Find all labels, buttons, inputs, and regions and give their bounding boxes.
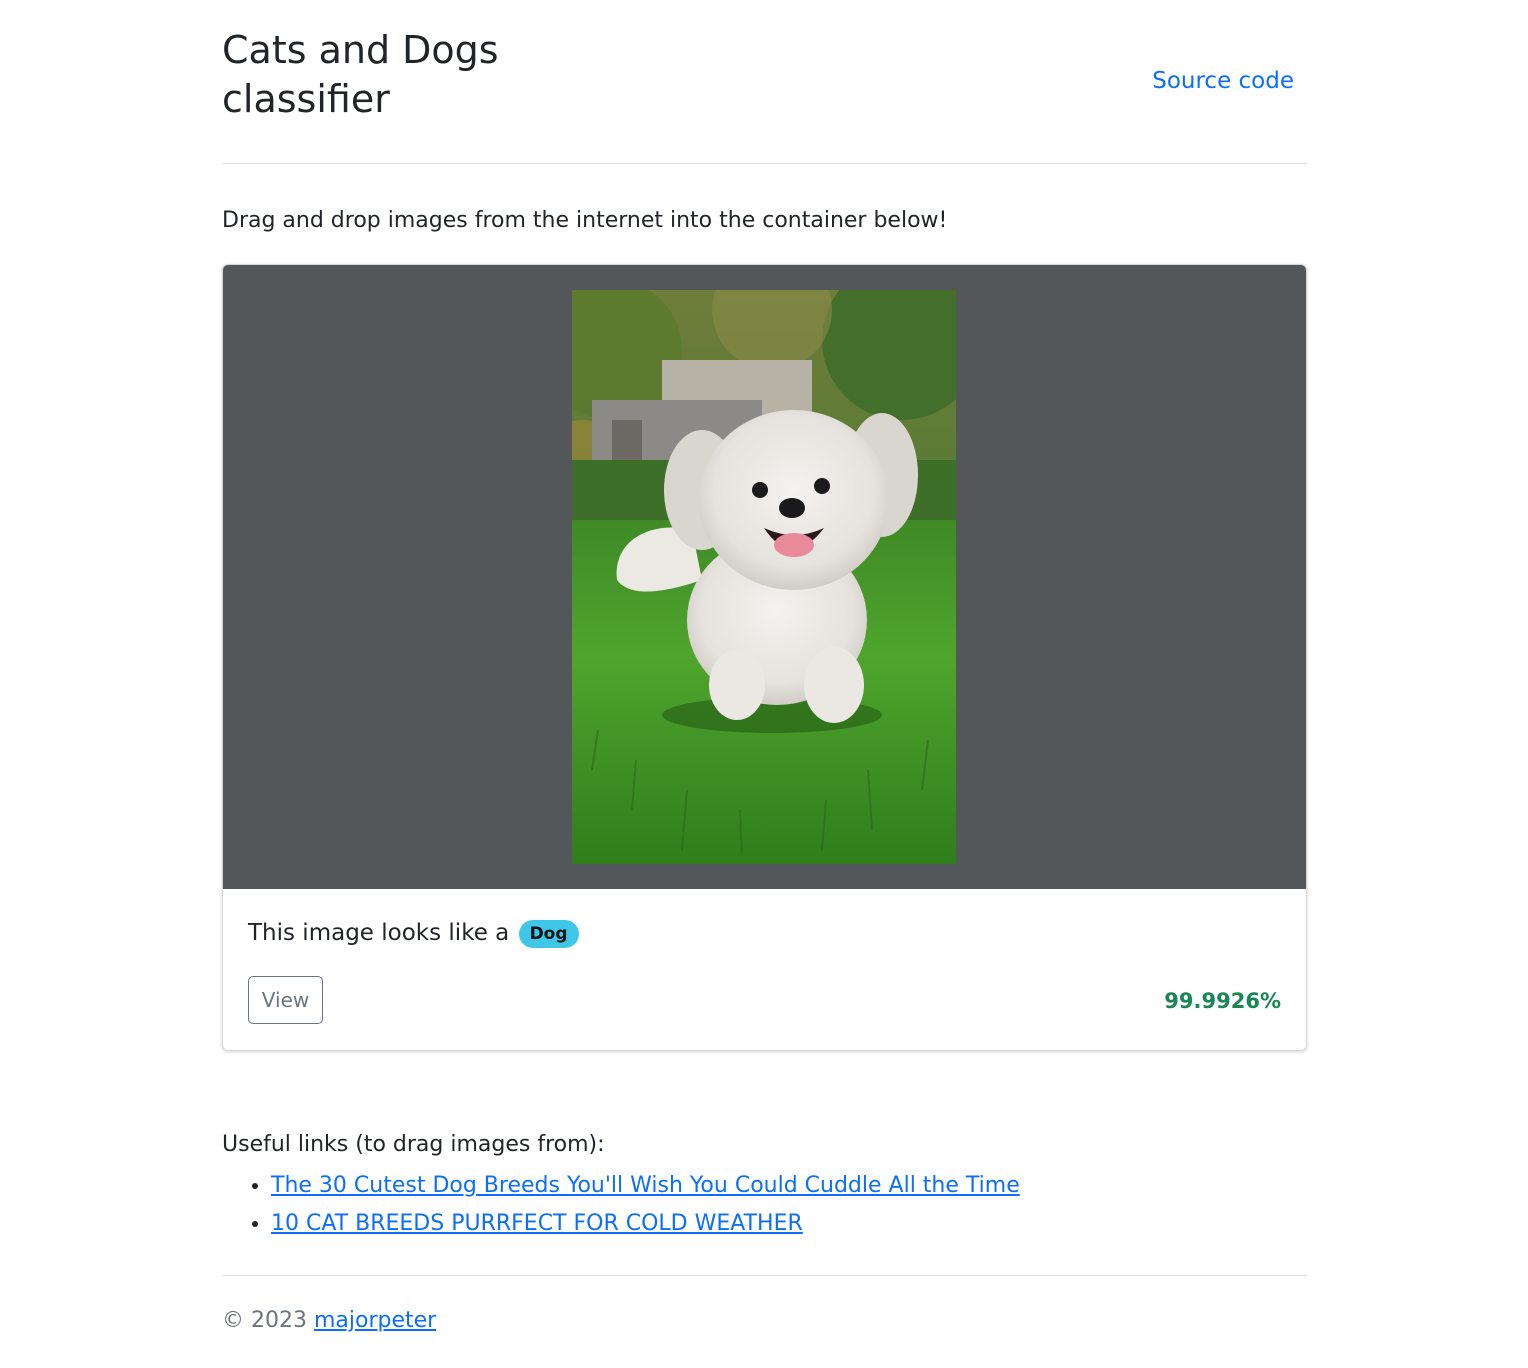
label-badge: Dog <box>518 920 579 948</box>
result-card: This image looks like a Dog View 99.9926… <box>222 264 1307 1051</box>
useful-links-list: The 30 Cutest Dog Breeds You'll Wish You… <box>222 1167 1020 1243</box>
dog-breeds-link[interactable]: The 30 Cutest Dog Breeds You'll Wish You… <box>271 1173 1020 1198</box>
footer-divider <box>222 1275 1307 1276</box>
drop-zone[interactable] <box>223 265 1306 889</box>
useful-links-heading: Useful links (to drag images from): <box>222 1132 605 1157</box>
list-item: 10 CAT BREEDS PURRFECT FOR COLD WEATHER <box>271 1205 1020 1243</box>
author-link[interactable]: majorpeter <box>314 1308 436 1333</box>
copyright-text: © 2023 <box>222 1308 307 1333</box>
page-header: Cats and Dogs classifier Source code <box>222 0 1307 164</box>
classification-caption: This image looks like a Dog <box>248 918 579 948</box>
dog-photo <box>572 290 956 864</box>
footer: © 2023 majorpeter <box>222 1306 436 1336</box>
intro-text: Drag and drop images from the internet i… <box>222 208 948 233</box>
caption-prefix: This image looks like a <box>248 920 510 946</box>
source-code-link[interactable]: Source code <box>1152 66 1294 96</box>
confidence-value: 99.9926% <box>1164 989 1281 1013</box>
cat-breeds-link[interactable]: 10 CAT BREEDS PURRFECT FOR COLD WEATHER <box>271 1211 803 1236</box>
page-title: Cats and Dogs classifier <box>222 28 499 121</box>
page-container: Cats and Dogs classifier Source code Dra… <box>222 0 1307 1333</box>
list-item: The 30 Cutest Dog Breeds You'll Wish You… <box>271 1167 1020 1205</box>
view-button[interactable]: View <box>248 976 323 1024</box>
